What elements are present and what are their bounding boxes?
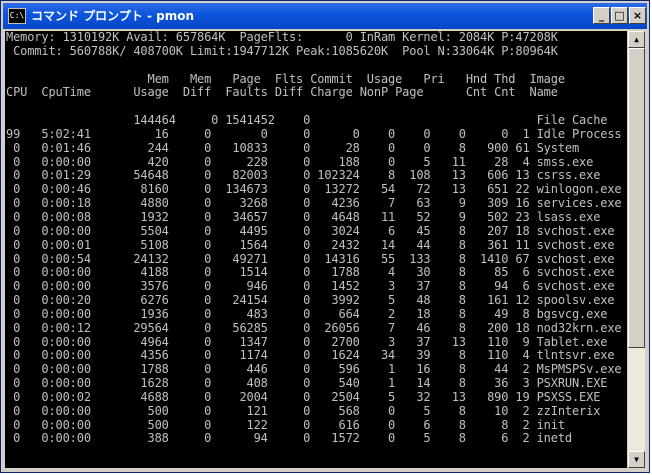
minimize-icon: _ <box>598 9 605 22</box>
console-line: CPU CpuTime Usage Diff Faults Diff Charg… <box>6 85 558 100</box>
console-line: 99 5:02:41 16 0 0 0 0 0 0 0 0 1 Idle Pro… <box>6 126 622 141</box>
scroll-down-button[interactable]: ▼ <box>628 451 645 468</box>
arrow-up-icon: ▲ <box>634 35 639 44</box>
arrow-down-icon: ▼ <box>634 455 639 464</box>
console-line: 0 0:00:00 500 0 121 0 568 0 5 8 10 2 zzI… <box>6 403 601 418</box>
close-button[interactable]: × <box>629 7 646 24</box>
close-icon: × <box>632 9 643 22</box>
console-line: 0 0:00:00 4188 0 1514 0 1788 4 30 8 85 6… <box>6 265 615 280</box>
maximize-icon: □ <box>614 9 625 22</box>
console-output[interactable]: Memory: 1310192K Avail: 657864K PageFlts… <box>5 31 627 468</box>
console-window: C:\ コマンド プロンプト - pmon _ □ × Memory: 1310… <box>0 0 650 473</box>
console-line: 0 0:01:46 244 0 10833 0 28 0 0 8 900 61 … <box>6 140 580 155</box>
console-line: 0 0:00:00 3576 0 946 0 1452 3 37 8 94 6 … <box>6 279 615 294</box>
title-bar[interactable]: C:\ コマンド プロンプト - pmon _ □ × <box>3 3 647 29</box>
console-line: 0 0:00:20 6276 0 24154 0 3992 5 48 8 161… <box>6 293 615 308</box>
console-line: 0 0:00:00 1788 0 446 0 596 1 16 8 44 2 M… <box>6 362 622 377</box>
console-line: 0 0:00:02 4688 0 2004 0 2504 5 32 13 890… <box>6 389 601 404</box>
vertical-scrollbar[interactable]: ▲ ▼ <box>628 31 645 468</box>
console-line: 0 0:00:00 500 0 122 0 616 0 6 8 8 2 init <box>6 417 565 432</box>
console-line: 0 0:00:08 1932 0 34657 0 4648 11 52 9 50… <box>6 209 601 224</box>
console-line: 0 0:00:54 24132 0 49271 0 14316 55 133 8… <box>6 251 615 266</box>
minimize-button[interactable]: _ <box>593 7 610 24</box>
console-line: 0 0:00:00 1628 0 408 0 540 1 14 8 36 3 P… <box>6 376 608 391</box>
console-line: 0 0:00:18 4880 0 3268 0 4236 7 63 9 309 … <box>6 196 622 211</box>
window-title: コマンド プロンプト - pmon <box>31 9 195 23</box>
console-line: 0 0:00:00 388 0 94 0 1572 0 5 8 6 2 inet… <box>6 431 572 446</box>
command-prompt-icon[interactable]: C:\ <box>8 8 26 24</box>
console-line: 0 0:00:01 5108 0 1564 0 2432 14 44 8 361… <box>6 237 615 252</box>
console-line: 0 0:00:46 8160 0 134673 0 13272 54 72 13… <box>6 182 622 197</box>
console-line: 0 0:00:00 5504 0 4495 0 3024 6 45 8 207 … <box>6 223 615 238</box>
console-line: Mem Mem Page Flts Commit Usage Pri Hnd T… <box>6 71 565 86</box>
console-line: 0 0:00:12 29564 0 56285 0 26056 7 46 8 2… <box>6 320 622 335</box>
console-line: 0 0:00:00 4356 0 1174 0 1624 34 39 8 110… <box>6 348 615 363</box>
console-text: Memory: 1310192K Avail: 657864K PageFlts… <box>5 31 627 446</box>
console-line: 0 0:01:29 54648 0 82003 0 102324 8 108 1… <box>6 168 601 183</box>
console-line: Commit: 560788K/ 408700K Limit:1947712K … <box>6 43 558 58</box>
maximize-button[interactable]: □ <box>611 7 628 24</box>
scroll-thumb[interactable] <box>628 48 645 348</box>
console-line: 0 0:00:00 420 0 228 0 188 0 5 11 28 4 sm… <box>6 154 594 169</box>
console-line: 0 0:00:00 4964 0 1347 0 2700 3 37 13 110… <box>6 334 608 349</box>
console-line: Memory: 1310192K Avail: 657864K PageFlts… <box>6 31 558 44</box>
scroll-up-button[interactable]: ▲ <box>628 31 645 48</box>
console-line: 144464 0 1541452 0 File Cache <box>6 113 608 128</box>
console-line: 0 0:00:00 1936 0 483 0 664 2 18 8 49 8 b… <box>6 306 608 321</box>
